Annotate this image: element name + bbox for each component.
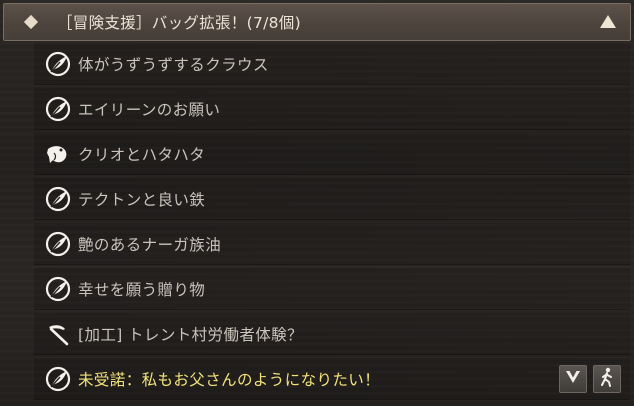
triangle-up-icon[interactable] xyxy=(600,15,616,28)
quest-title: 幸せを願う贈り物 xyxy=(78,280,206,299)
fish-icon xyxy=(45,141,71,167)
chevron-down-icon xyxy=(564,368,582,390)
quest-item[interactable]: 幸せを願う贈り物 xyxy=(34,268,630,310)
quest-item[interactable]: テクトンと良い鉄 xyxy=(34,178,630,220)
quest-item[interactable]: 艶のあるナーガ族油 xyxy=(34,223,630,265)
quest-item[interactable]: エイリーンのお願い xyxy=(34,88,630,130)
diamond-bullet-icon xyxy=(23,14,39,30)
quest-item[interactable]: 体がうずうずするクラウス xyxy=(34,43,630,85)
quest-title: [加工] トレント村労働者体験？ xyxy=(78,325,303,344)
quest-panel: ［冒険支援］バッグ拡張！(7/8個) 体がうずうずするクラウス エイリーンのお願… xyxy=(0,0,634,406)
quill-icon xyxy=(45,96,71,122)
quest-item-not-accepted[interactable]: 未受諾：私もお父さんのようになりたい！ xyxy=(34,358,630,400)
quest-group-title: ［冒険支援］バッグ拡張！(7/8個) xyxy=(57,14,301,32)
quest-group-header[interactable]: ［冒険支援］バッグ拡張！(7/8個) xyxy=(3,3,631,41)
quest-title: エイリーンのお願い xyxy=(78,100,221,119)
quest-list: 体がうずうずするクラウス エイリーンのお願い クリオとハタハタ テクトンと良い鉄 xyxy=(34,43,630,403)
quill-icon xyxy=(45,366,71,392)
quest-item[interactable]: クリオとハタハタ xyxy=(34,133,630,175)
expand-button[interactable] xyxy=(559,365,587,393)
quill-icon xyxy=(45,276,71,302)
quest-item[interactable]: [加工] トレント村労働者体験？ xyxy=(34,313,630,355)
quest-title: 艶のあるナーガ族油 xyxy=(78,235,222,254)
quill-icon xyxy=(45,51,71,77)
quest-title: 未受諾：私もお父さんのようになりたい！ xyxy=(78,370,381,389)
auto-navigate-button[interactable] xyxy=(593,365,621,393)
quill-icon xyxy=(45,186,71,212)
quest-title: クリオとハタハタ xyxy=(78,145,206,164)
walking-person-icon xyxy=(598,367,616,391)
quest-title: テクトンと良い鉄 xyxy=(78,190,206,209)
sickle-icon xyxy=(45,321,71,347)
quill-icon xyxy=(45,231,71,257)
quest-title: 体がうずうずするクラウス xyxy=(78,55,269,74)
